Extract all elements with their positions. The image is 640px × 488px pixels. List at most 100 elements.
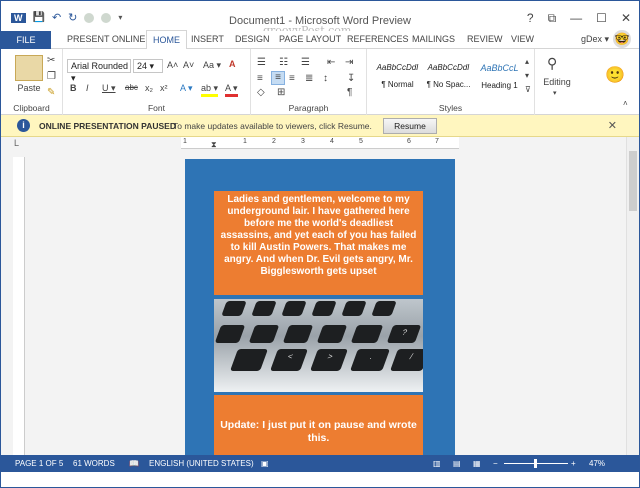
italic-button[interactable]: I <box>86 83 89 93</box>
page-indicator[interactable]: PAGE 1 OF 5 <box>15 459 63 468</box>
ruler-mark: 2 <box>272 138 276 145</box>
tab-mailings[interactable]: MAILINGS <box>412 34 455 44</box>
zoom-out-button[interactable]: − <box>493 459 498 468</box>
tab-insert[interactable]: INSERT <box>191 34 224 44</box>
zoom-level[interactable]: 47% <box>589 459 605 468</box>
binoculars-icon[interactable]: ⚲ <box>547 55 557 72</box>
copy-icon[interactable]: ❐ <box>47 71 56 82</box>
keyboard-key: . <box>349 349 391 371</box>
print-layout-icon[interactable]: ▤ <box>453 459 461 468</box>
zoom-in-button[interactable]: + <box>571 459 576 468</box>
horizontal-ruler[interactable]: 1 1 2 3 4 5 6 7 ⧗ <box>181 137 459 149</box>
online-presentation-infobar: i ONLINE PRESENTATION PAUSED To make upd… <box>1 115 639 137</box>
read-mode-icon[interactable]: ▥ <box>433 459 441 468</box>
keyboard-key <box>251 301 277 316</box>
minimize-icon[interactable]: — <box>570 11 582 26</box>
superscript-button[interactable]: x² <box>160 83 168 93</box>
styles-scroll-down-icon[interactable]: ▾ <box>525 71 529 80</box>
underline-button[interactable]: U ▾ <box>102 83 116 94</box>
indent-marker-icon[interactable]: ⧗ <box>211 140 217 150</box>
web-layout-icon[interactable]: ▦ <box>473 459 481 468</box>
pilcrow-icon[interactable]: ¶ <box>347 87 352 98</box>
change-case-button[interactable]: Aa ▾ <box>203 60 221 71</box>
chevron-down-icon[interactable]: ▾ <box>553 89 557 97</box>
bold-button[interactable]: B <box>70 83 77 93</box>
styles-more-icon[interactable]: ⊽ <box>525 85 531 94</box>
editing-group: ⚲ Editing ▾ <box>535 49 579 115</box>
macro-icon[interactable]: ▣ <box>261 459 269 468</box>
decrease-indent-icon[interactable]: ⇤ <box>327 57 335 68</box>
word-window: W 💾 ↶ ↻ ▾ Document1 - Microsoft Word Pre… <box>0 0 640 488</box>
grow-font-button[interactable]: A˄ <box>167 60 178 70</box>
subscript-button[interactable]: x₂ <box>145 83 153 93</box>
tab-home[interactable]: HOME <box>146 30 187 50</box>
sort-icon[interactable]: ↧ <box>347 73 355 84</box>
tab-present-online[interactable]: PRESENT ONLINE <box>67 34 145 44</box>
line-spacing-icon[interactable]: ↕ <box>323 73 328 84</box>
user-account[interactable]: gDex ▾ <box>581 34 609 45</box>
tab-file[interactable]: FILE <box>1 31 51 49</box>
help-icon[interactable]: ? <box>527 11 534 26</box>
paste-button[interactable]: Paste <box>11 83 47 93</box>
editing-button[interactable]: Editing <box>537 77 577 87</box>
collapse-ribbon-icon[interactable]: ˄ <box>623 99 628 108</box>
keyboard-key: < <box>269 349 309 371</box>
clipboard-icon[interactable] <box>15 55 43 81</box>
keyboard-key: ? <box>386 325 422 343</box>
tab-design[interactable]: DESIGN <box>235 34 270 44</box>
vertical-scrollbar[interactable] <box>626 137 639 455</box>
word-count[interactable]: 61 WORDS <box>73 459 115 468</box>
format-painter-icon[interactable]: ✎ <box>47 87 55 98</box>
keyboard-key <box>311 301 337 316</box>
maximize-icon[interactable]: ☐ <box>596 11 607 26</box>
keyboard-key <box>281 301 307 316</box>
tab-review[interactable]: REVIEW <box>467 34 503 44</box>
style-heading-1[interactable]: AaBbCcL Heading 1 <box>475 57 524 95</box>
close-icon[interactable]: ✕ <box>621 11 631 26</box>
resume-button[interactable]: Resume <box>383 118 437 134</box>
text-box-update[interactable]: Update: I just put it on pause and wrote… <box>214 395 423 457</box>
align-center-icon[interactable]: ≡ <box>271 71 285 85</box>
shrink-font-button[interactable]: A˅ <box>183 60 194 70</box>
smiley-icon[interactable]: 🙂 <box>605 65 625 85</box>
tab-selector[interactable]: L <box>14 138 19 148</box>
style-no-spacing[interactable]: AaBbCcDdI ¶ No Spac... <box>424 57 473 95</box>
multilevel-list-icon[interactable]: ☰ <box>301 57 310 68</box>
keyboard-photo[interactable]: ? < > . / <box>214 299 423 392</box>
tab-view[interactable]: VIEW <box>511 34 534 44</box>
text-effects-button[interactable]: A ▾ <box>180 83 193 94</box>
font-size-select[interactable]: 24 ▾ <box>133 59 163 73</box>
font-family-select[interactable]: Arial Rounded ▾ <box>67 59 131 83</box>
zoom-slider-thumb[interactable] <box>534 459 537 468</box>
strikethrough-button[interactable]: abc <box>125 83 138 92</box>
increase-indent-icon[interactable]: ⇥ <box>345 57 353 68</box>
clear-formatting-button[interactable]: A <box>229 59 236 69</box>
tab-page-layout[interactable]: PAGE LAYOUT <box>279 34 341 44</box>
style-normal[interactable]: AaBbCcDdI ¶ Normal <box>373 57 422 95</box>
vertical-ruler[interactable] <box>13 157 25 455</box>
desktop-background <box>1 472 639 487</box>
avatar[interactable]: 🤓 <box>613 30 631 48</box>
ribbon-display-options-icon[interactable]: ⧉ <box>548 11 557 26</box>
close-icon[interactable]: ✕ <box>608 119 617 132</box>
align-right-icon[interactable]: ≡ <box>289 73 295 84</box>
borders-icon[interactable]: ⊞ <box>277 87 285 98</box>
document-page[interactable]: Ladies and gentlemen, welcome to my unde… <box>185 159 455 459</box>
bullets-icon[interactable]: ☰ <box>257 57 266 68</box>
scrollbar-thumb[interactable] <box>629 151 637 211</box>
numbering-icon[interactable]: ☷ <box>279 57 288 68</box>
justify-icon[interactable]: ≣ <box>305 73 313 84</box>
ruler-mark: 5 <box>359 138 363 145</box>
highlight-button[interactable]: ab ▾ <box>201 83 219 97</box>
styles-scroll-up-icon[interactable]: ▴ <box>525 57 529 66</box>
proofing-icon[interactable]: 📖 <box>129 459 139 468</box>
shading-icon[interactable]: ◇ <box>257 87 265 98</box>
style-preview: AaBbCcDdI <box>427 63 470 72</box>
text-box-quote[interactable]: Ladies and gentlemen, welcome to my unde… <box>214 191 423 295</box>
tab-references[interactable]: REFERENCES <box>347 34 409 44</box>
font-color-button[interactable]: A ▾ <box>225 83 238 97</box>
language-indicator[interactable]: ENGLISH (UNITED STATES) <box>149 459 254 468</box>
document-workspace: L 1 1 2 3 4 5 6 7 ⧗ Ladies and gentlemen… <box>1 137 639 459</box>
align-left-icon[interactable]: ≡ <box>257 73 263 84</box>
cut-icon[interactable]: ✂ <box>47 55 55 66</box>
